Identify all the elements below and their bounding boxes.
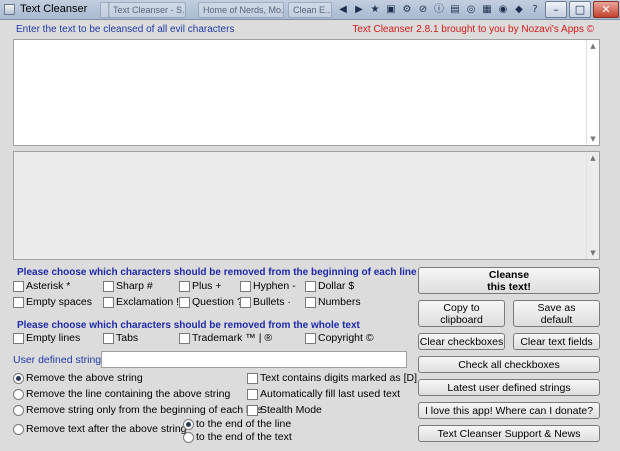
scroll-up-icon[interactable]: ▲ bbox=[587, 40, 599, 52]
checkbox-label: Dollar $ bbox=[318, 280, 355, 292]
title-bar: Text Cleanser Text Cleanser - S... Home … bbox=[0, 0, 620, 20]
checkbox-label: Bullets · bbox=[253, 296, 291, 308]
checkbox-label: Sharp # bbox=[116, 280, 153, 292]
app-icon bbox=[4, 4, 15, 15]
checkbox-box[interactable] bbox=[247, 405, 258, 416]
checkbox-label: Empty spaces bbox=[26, 296, 92, 308]
input-text-area[interactable]: ▲ ▼ bbox=[13, 39, 600, 146]
checkbox-label: Asterisk * bbox=[26, 280, 71, 292]
copy-clipboard-button[interactable]: Copy to clipboard bbox=[418, 300, 505, 327]
checkbox-label: Stealth Mode bbox=[260, 404, 322, 416]
forward-icon[interactable]: ▶ bbox=[353, 3, 365, 16]
user-string-label: User defined string: bbox=[13, 354, 105, 366]
cleanse-button[interactable]: Cleanse this text! bbox=[418, 267, 600, 294]
support-news-button[interactable]: Text Cleanser Support & News bbox=[418, 425, 600, 442]
whole-section-title: Please choose which characters should be… bbox=[17, 320, 360, 331]
lock-icon[interactable]: ▤ bbox=[449, 3, 461, 16]
minimize-button[interactable]: – bbox=[545, 1, 567, 18]
checkbox-label: Question ? bbox=[192, 296, 243, 308]
radio-dot[interactable] bbox=[13, 424, 24, 435]
checkbox-box[interactable] bbox=[179, 281, 190, 292]
clear-checkboxes-button[interactable]: Clear checkboxes bbox=[418, 333, 505, 350]
radio-dot[interactable] bbox=[183, 419, 194, 430]
maximize-button[interactable]: □ bbox=[569, 1, 591, 18]
document-icon[interactable]: ▦ bbox=[481, 3, 493, 16]
checkbox-box[interactable] bbox=[13, 281, 24, 292]
radio-dot[interactable] bbox=[13, 389, 24, 400]
clear-text-fields-button[interactable]: Clear text fields bbox=[513, 333, 600, 350]
beginning-section-title: Please choose which characters should be… bbox=[17, 267, 417, 278]
scroll-up-icon[interactable]: ▲ bbox=[587, 152, 599, 164]
checkbox-box[interactable] bbox=[103, 333, 114, 344]
radio-dot[interactable] bbox=[183, 432, 194, 443]
checkbox-box[interactable] bbox=[247, 373, 258, 384]
background-tab[interactable]: Clean E... bbox=[288, 2, 332, 18]
scroll-down-icon[interactable]: ▼ bbox=[587, 247, 599, 259]
branding-link[interactable]: Text Cleanser 2.8.1 brought to you by No… bbox=[352, 24, 594, 35]
globe-icon[interactable]: ◎ bbox=[465, 3, 477, 16]
checkbox-label: Automatically fill last used text bbox=[260, 388, 401, 400]
checkbox-box[interactable] bbox=[13, 333, 24, 344]
background-tab[interactable]: Home of Nerds, Mo... bbox=[198, 2, 284, 18]
stop-icon[interactable]: ⊘ bbox=[417, 3, 429, 16]
checkbox-box[interactable] bbox=[305, 281, 316, 292]
latest-strings-button[interactable]: Latest user defined strings bbox=[418, 379, 600, 396]
checkbox-label: Numbers bbox=[318, 296, 361, 308]
checkbox-box[interactable] bbox=[247, 389, 258, 400]
radio-label: to the end of the line bbox=[196, 418, 292, 430]
info-icon[interactable]: ⓘ bbox=[433, 3, 445, 16]
checkbox-label: Plus + bbox=[192, 280, 222, 292]
checkbox-label: Exclamation ! bbox=[116, 296, 180, 308]
checkbox-label: Empty lines bbox=[26, 332, 81, 344]
close-button[interactable]: ✕ bbox=[593, 1, 619, 18]
donate-button[interactable]: I love this app! Where can I donate? bbox=[418, 402, 600, 419]
radio-label: to the end of the text bbox=[196, 431, 292, 443]
checkbox-box[interactable] bbox=[305, 297, 316, 308]
help-icon[interactable]: ? bbox=[529, 3, 541, 16]
gear-icon[interactable]: ⚙ bbox=[401, 3, 413, 16]
output-text-area[interactable]: ▲ ▼ bbox=[13, 151, 600, 260]
check-all-button[interactable]: Check all checkboxes bbox=[418, 356, 600, 373]
user-string-input[interactable] bbox=[101, 351, 407, 368]
checkbox-label: Text contains digits marked as [D] bbox=[260, 372, 417, 384]
background-tab[interactable]: Text Cleanser - S... bbox=[108, 2, 186, 18]
radio-label: Remove the line containing the above str… bbox=[26, 388, 231, 400]
radio-label: Remove text after the above string bbox=[26, 423, 187, 435]
radio-label: Remove string only from the beginning of… bbox=[26, 404, 263, 416]
instruction-label: Enter the text to be cleansed of all evi… bbox=[16, 24, 235, 35]
checkbox-box[interactable] bbox=[179, 333, 190, 344]
back-icon[interactable]: ◀ bbox=[337, 3, 349, 16]
checkbox-box[interactable] bbox=[103, 297, 114, 308]
checkbox-label: Copyright © bbox=[318, 332, 374, 344]
radio-dot[interactable] bbox=[13, 373, 24, 384]
window-icon[interactable]: ▣ bbox=[385, 3, 397, 16]
checkbox-box[interactable] bbox=[103, 281, 114, 292]
checkbox-box[interactable] bbox=[13, 297, 24, 308]
checkbox-label: Hyphen - bbox=[253, 280, 296, 292]
window-title: Text Cleanser bbox=[20, 3, 88, 15]
checkbox-box[interactable] bbox=[240, 281, 251, 292]
checkbox-box[interactable] bbox=[179, 297, 190, 308]
radio-dot[interactable] bbox=[13, 405, 24, 416]
checkbox-label: Tabs bbox=[116, 332, 139, 344]
eye-icon[interactable]: ◉ bbox=[497, 3, 509, 16]
checkbox-box[interactable] bbox=[240, 297, 251, 308]
checkbox-box[interactable] bbox=[305, 333, 316, 344]
checkbox-label: Trademark ™ | ® bbox=[192, 332, 273, 344]
output-scrollbar[interactable]: ▲ ▼ bbox=[586, 152, 599, 259]
radio-label: Remove the above string bbox=[26, 372, 143, 384]
input-scrollbar[interactable]: ▲ ▼ bbox=[586, 40, 599, 145]
scroll-down-icon[interactable]: ▼ bbox=[587, 133, 599, 145]
star-icon[interactable]: ★ bbox=[369, 3, 381, 16]
shield-icon[interactable]: ◆ bbox=[513, 3, 525, 16]
save-default-button[interactable]: Save as default bbox=[513, 300, 600, 327]
